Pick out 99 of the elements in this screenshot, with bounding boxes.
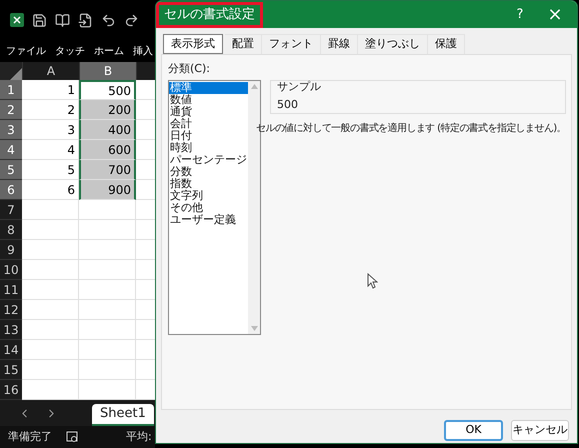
save-icon[interactable] [32,12,47,28]
status-text: 準備完了 [8,428,52,445]
row-header[interactable]: 15 [0,360,22,380]
table-cell: 2 [22,100,79,120]
book-icon[interactable] [55,12,70,28]
table-cell [136,120,155,140]
list-item[interactable]: その他 [169,202,248,214]
row-header[interactable]: 2 [0,100,22,120]
ok-button[interactable]: OK [444,420,503,441]
table-cell: 900 [79,180,136,200]
cancel-button[interactable]: キャンセル [511,420,569,441]
table-cell [22,360,79,380]
document-icon[interactable] [78,12,93,28]
ribbon-tab[interactable]: ファイル [6,44,46,58]
row-header[interactable]: 3 [0,120,22,140]
sample-label: サンプル [277,80,322,92]
table-cell [136,160,155,180]
list-item[interactable]: 会計 [169,118,248,130]
row-header[interactable]: 6 [0,180,22,200]
select-all-corner[interactable] [0,62,22,80]
row-header[interactable]: 4 [0,140,22,160]
table-cell: 500 [79,80,136,100]
table-cell [22,240,79,260]
sheet-tab[interactable]: Sheet1 [92,404,154,426]
table-cell [22,260,79,280]
table-cell [22,320,79,340]
list-item[interactable]: 分数 [169,166,248,178]
row-header[interactable]: 11 [0,280,22,300]
row-header[interactable]: 1 [0,80,22,100]
table-cell [136,300,155,320]
table-cell [136,380,155,400]
table-cell: 6 [22,180,79,200]
table-cell [136,260,155,280]
column-header[interactable]: A [22,62,79,80]
tab[interactable]: 保護 [428,34,465,54]
table-cell [136,220,155,240]
table-cell [136,180,155,200]
average-label: 平均: [126,428,152,445]
table-cell [136,200,155,220]
tab[interactable]: 表示形式 [163,34,223,54]
category-label: 分類(C): [168,61,211,77]
table-cell [136,140,155,160]
table-cell [22,300,79,320]
table-cell: 5 [22,160,79,180]
table-cell: 4 [22,140,79,160]
row-header[interactable]: 8 [0,220,22,240]
row-header[interactable]: 12 [0,300,22,320]
table-cell [136,100,155,120]
table-cell [22,200,79,220]
table-cell [136,320,155,340]
table-cell [22,340,79,360]
close-button[interactable]: × [533,1,577,28]
table-cell [136,280,155,300]
tab[interactable]: フォント [262,34,321,54]
list-item[interactable]: 通貨 [169,106,248,118]
row-header[interactable]: 7 [0,200,22,220]
help-button[interactable]: ? [507,4,533,24]
row-header[interactable]: 13 [0,320,22,340]
list-item[interactable]: 文字列 [169,190,248,202]
list-item[interactable]: 標準 [169,82,248,94]
list-item[interactable]: 日付 [169,130,248,142]
macro-record-icon[interactable] [66,431,78,443]
table-cell: 700 [79,160,136,180]
row-header[interactable]: 9 [0,240,22,260]
row-header[interactable]: 10 [0,260,22,280]
table-cell: 400 [79,120,136,140]
table-cell [136,340,155,360]
table-cell [136,80,155,100]
mouse-cursor-icon [367,273,378,289]
list-item[interactable]: 時刻 [169,142,248,154]
description-text: セルの値に対して一般の書式を適用します (特定の書式を指定しません)。 [256,122,566,136]
excel-logo-icon [10,13,24,27]
window-title: セルの書式設定 [156,2,263,28]
column-header[interactable]: B [79,62,136,80]
list-item[interactable]: 指数 [169,178,248,190]
sample-value: 500 [277,96,299,112]
row-header[interactable]: 16 [0,380,22,400]
ribbon-tab[interactable]: 挿入 [133,44,153,58]
tab[interactable]: 塗りつぶし [358,34,428,54]
list-item[interactable]: 数値 [169,94,248,106]
table-cell: 1 [22,80,79,100]
tab[interactable]: 罫線 [321,34,358,54]
table-cell [22,220,79,240]
table-cell: 600 [79,140,136,160]
row-header[interactable]: 14 [0,340,22,360]
row-header[interactable]: 5 [0,160,22,180]
table-cell [136,360,155,380]
table-cell [22,280,79,300]
tab[interactable]: 配置 [225,34,262,54]
table-cell [22,380,79,400]
table-cell: 3 [22,120,79,140]
list-item[interactable]: ユーザー定義 [169,214,248,226]
table-cell [136,240,155,260]
ribbon-tab[interactable]: ホーム [94,44,124,58]
redo-icon[interactable] [124,12,139,28]
table-cell: 200 [79,100,136,120]
undo-icon[interactable] [101,12,116,28]
ribbon-tab[interactable]: タッチ [55,44,85,58]
list-item[interactable]: パーセンテージ [169,154,248,166]
